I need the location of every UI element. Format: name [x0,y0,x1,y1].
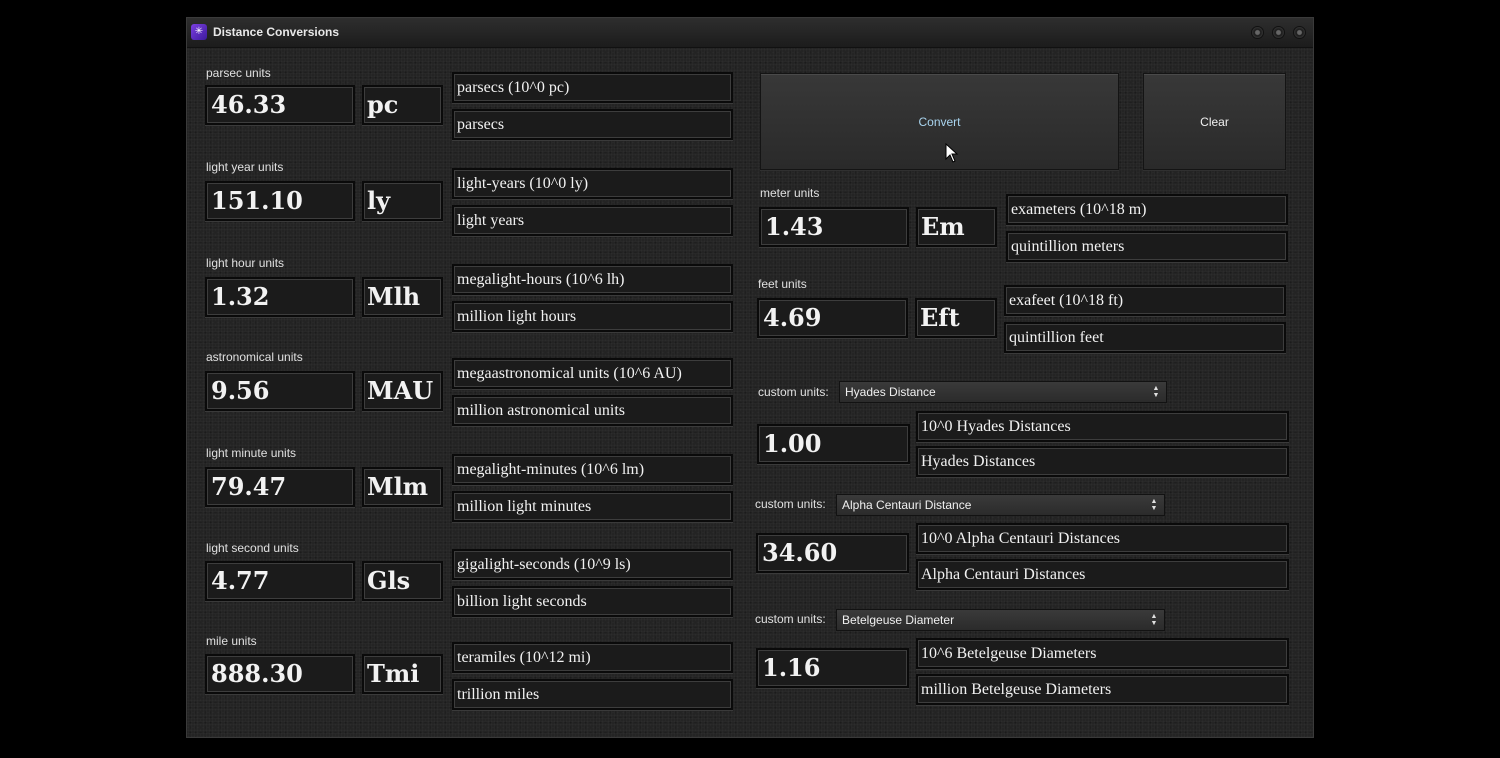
light-hour-units-label: light hour units [206,256,285,270]
light-year-desc-name: light years [452,205,733,236]
custom-value-field-1[interactable]: 1.00 [757,424,910,464]
meter-desc-name: quintillion meters [1006,231,1288,262]
meter-value-field[interactable]: 1.43 [759,207,909,247]
mile-desc-name: trillion miles [452,679,733,710]
updown-arrows-icon: ▲ ▼ [1150,498,1158,512]
light-hour-desc-prefix: megalight-hours (10^6 lh) [452,264,733,295]
parsec-desc-prefix: parsecs (10^0 pc) [452,72,733,103]
light-minute-value-field[interactable]: 79.47 [205,467,355,507]
feet-desc-prefix: exafeet (10^18 ft) [1004,285,1286,316]
light-second-desc-prefix: gigalight-seconds (10^9 ls) [452,549,733,580]
parsec-desc-name: parsecs [452,109,733,140]
astronomical-symbol-field: MAU [362,371,443,411]
light-minute-desc-name: million light minutes [452,491,733,522]
light-year-units-label: light year units [206,160,284,174]
custom-value-field-2[interactable]: 34.60 [756,533,909,573]
parsec-value-field[interactable]: 46.33 [205,85,355,125]
mile-units-label: mile units [206,634,257,648]
mile-symbol-field: Tmi [362,654,443,694]
astronomical-desc-name: million astronomical units [452,395,733,426]
clear-button[interactable]: Clear [1143,73,1286,170]
light-second-desc-name: billion light seconds [452,586,733,617]
custom-desc-prefix-1: 10^0 Hyades Distances [916,411,1289,442]
mile-desc-prefix: teramiles (10^12 mi) [452,642,733,673]
app-window: ✳ Distance Conversions parsec units 46.3… [186,17,1314,738]
light-year-desc-prefix: light-years (10^0 ly) [452,168,733,199]
minimize-button[interactable] [1251,26,1264,39]
custom-desc-prefix-2: 10^0 Alpha Centauri Distances [916,523,1289,554]
astronomical-value-field[interactable]: 9.56 [205,371,355,411]
custom-units-select-1-value: Hyades Distance [845,385,936,399]
meter-symbol-field: Em [916,207,997,247]
clear-button-label: Clear [1200,114,1229,129]
meter-units-label: meter units [760,186,820,200]
light-hour-value-field[interactable]: 1.32 [205,277,355,317]
light-minute-units-label: light minute units [206,446,297,460]
app-icon: ✳ [191,24,207,40]
custom-units-label-3: custom units: [755,612,826,626]
light-minute-symbol-field: Mlm [362,467,443,507]
custom-value-field-3[interactable]: 1.16 [756,648,909,688]
updown-arrows-icon: ▲ ▼ [1152,385,1160,399]
title-bar[interactable]: ✳ Distance Conversions [187,18,1313,48]
custom-units-select-2[interactable]: Alpha Centauri Distance ▲ ▼ [836,494,1165,516]
custom-desc-name-3: million Betelgeuse Diameters [916,674,1289,705]
feet-units-label: feet units [758,277,807,291]
light-second-symbol-field: Gls [362,561,443,601]
custom-units-select-1[interactable]: Hyades Distance ▲ ▼ [839,381,1167,403]
light-second-value-field[interactable]: 4.77 [205,561,355,601]
mouse-cursor-icon [945,143,959,163]
convert-button[interactable]: Convert [760,73,1119,170]
custom-desc-name-2: Alpha Centauri Distances [916,559,1289,590]
custom-units-select-2-value: Alpha Centauri Distance [842,498,972,512]
custom-units-select-3[interactable]: Betelgeuse Diameter ▲ ▼ [836,609,1165,631]
light-year-symbol-field: ly [362,181,443,221]
light-year-value-field[interactable]: 151.10 [205,181,355,221]
light-hour-desc-name: million light hours [452,301,733,332]
custom-desc-prefix-3: 10^6 Betelgeuse Diameters [916,638,1289,669]
astronomical-units-label: astronomical units [206,350,303,364]
updown-arrows-icon: ▲ ▼ [1150,613,1158,627]
mile-value-field[interactable]: 888.30 [205,654,355,694]
custom-units-label-1: custom units: [758,385,829,399]
custom-units-select-3-value: Betelgeuse Diameter [842,613,955,627]
feet-desc-name: quintillion feet [1004,322,1286,353]
light-minute-desc-prefix: megalight-minutes (10^6 lm) [452,454,733,485]
feet-value-field[interactable]: 4.69 [757,298,908,338]
custom-units-label-2: custom units: [755,497,826,511]
meter-desc-prefix: exameters (10^18 m) [1006,194,1288,225]
convert-button-label: Convert [918,114,961,129]
feet-symbol-field: Eft [915,298,997,338]
parsec-symbol-field: pc [362,85,443,125]
light-hour-symbol-field: Mlh [362,277,443,317]
light-second-units-label: light second units [206,541,299,555]
custom-desc-name-1: Hyades Distances [916,446,1289,477]
maximize-button[interactable] [1272,26,1285,39]
parsec-units-label: parsec units [206,66,271,80]
close-button[interactable] [1293,26,1306,39]
window-title: Distance Conversions [213,25,340,39]
astronomical-desc-prefix: megaastronomical units (10^6 AU) [452,358,733,389]
